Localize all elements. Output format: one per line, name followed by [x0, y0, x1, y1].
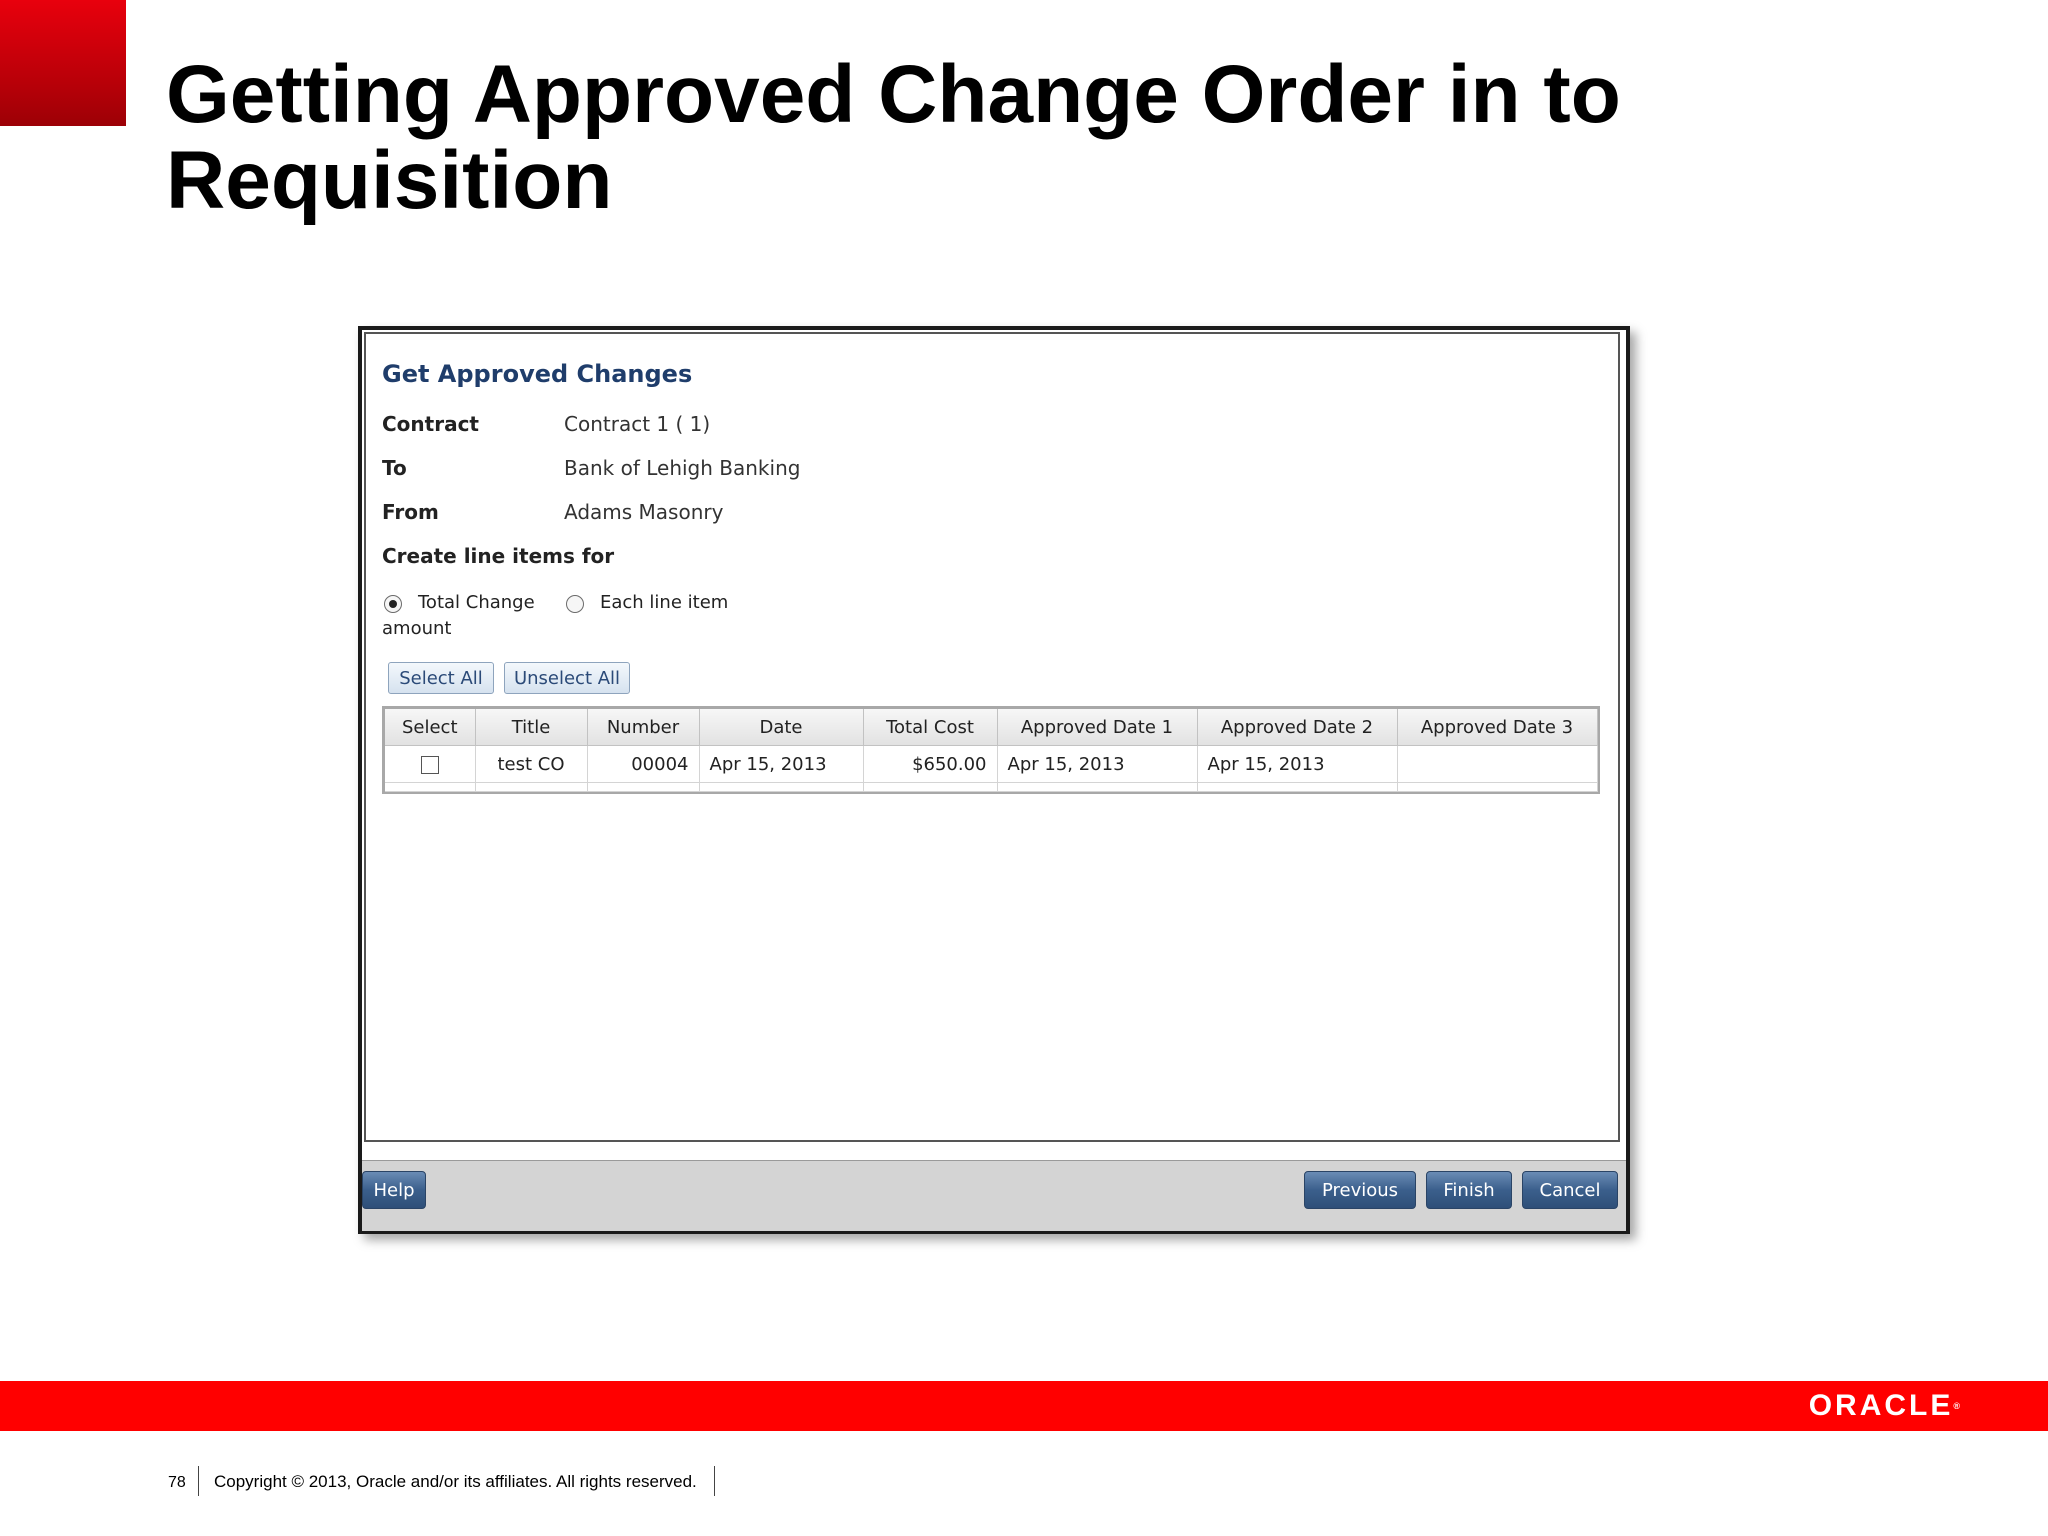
dialog-button-bar: Help Previous Finish Cancel: [362, 1160, 1626, 1231]
footer-divider: [198, 1466, 199, 1496]
column-header-number[interactable]: Number: [587, 709, 700, 746]
get-approved-changes-dialog: Get Approved Changes Contract Contract 1…: [358, 326, 1630, 1234]
unselect-all-button[interactable]: Unselect All: [504, 662, 630, 694]
copyright-notice: Copyright © 2013, Oracle and/or its affi…: [214, 1472, 697, 1491]
approved-date-1-cell: Apr 15, 2013: [997, 745, 1198, 783]
column-header-total-cost[interactable]: Total Cost: [863, 709, 998, 746]
total-change-radio-label: Total Change: [418, 592, 535, 613]
each-line-item-radio-label: Each line item: [600, 592, 729, 613]
finish-button[interactable]: Finish: [1426, 1171, 1512, 1209]
table-row[interactable]: test CO 00004 Apr 15, 2013 $650.00 Apr 1…: [385, 745, 1598, 783]
table-header-row: Select Title Number Date Total Cost Appr…: [385, 709, 1598, 746]
column-header-date[interactable]: Date: [699, 709, 864, 746]
brand-red-corner: [0, 0, 126, 126]
number-cell: 00004: [587, 745, 700, 783]
to-value: Bank of Lehigh Banking: [564, 456, 801, 480]
help-button[interactable]: Help: [362, 1171, 426, 1209]
dialog-heading: Get Approved Changes: [382, 360, 693, 388]
column-header-select[interactable]: Select: [385, 709, 476, 746]
slide-title: Getting Approved Change Order in to Requ…: [166, 49, 1621, 226]
table-spacer-row: [385, 782, 1598, 792]
column-header-approved-date-2[interactable]: Approved Date 2: [1197, 709, 1398, 746]
date-cell: Apr 15, 2013: [699, 745, 864, 783]
cancel-button[interactable]: Cancel: [1522, 1171, 1618, 1209]
select-all-button[interactable]: Select All: [388, 662, 494, 694]
column-header-title[interactable]: Title: [475, 709, 588, 746]
title-cell: test CO: [475, 745, 588, 783]
to-label: To: [382, 456, 407, 480]
total-change-radio-label-line2: amount: [382, 618, 452, 639]
contract-value: Contract 1 ( 1): [564, 412, 711, 436]
from-label: From: [382, 500, 439, 524]
contract-label: Contract: [382, 412, 479, 436]
column-header-approved-date-3[interactable]: Approved Date 3: [1397, 709, 1598, 746]
row-select-cell: [385, 745, 476, 783]
approved-changes-table: Select Title Number Date Total Cost Appr…: [382, 706, 1600, 794]
dialog-content: Get Approved Changes Contract Contract 1…: [364, 332, 1620, 1142]
page-number: 78: [168, 1474, 186, 1491]
create-line-items-label: Create line items for: [382, 544, 615, 568]
approved-date-2-cell: Apr 15, 2013: [1197, 745, 1398, 783]
footer-divider-end: [714, 1466, 715, 1496]
oracle-logo: ORACLE®: [1808, 1389, 1960, 1422]
total-cost-cell: $650.00: [863, 745, 998, 783]
brand-footer-band: ORACLE®: [0, 1381, 2048, 1431]
previous-button[interactable]: Previous: [1304, 1171, 1416, 1209]
oracle-logo-text: ORACLE: [1808, 1389, 1954, 1422]
approved-date-3-cell: [1397, 745, 1598, 783]
from-value: Adams Masonry: [564, 500, 724, 524]
total-change-radio[interactable]: [384, 595, 402, 613]
row-select-checkbox[interactable]: [420, 755, 439, 774]
each-line-item-radio[interactable]: [566, 595, 584, 613]
column-header-approved-date-1[interactable]: Approved Date 1: [997, 709, 1198, 746]
